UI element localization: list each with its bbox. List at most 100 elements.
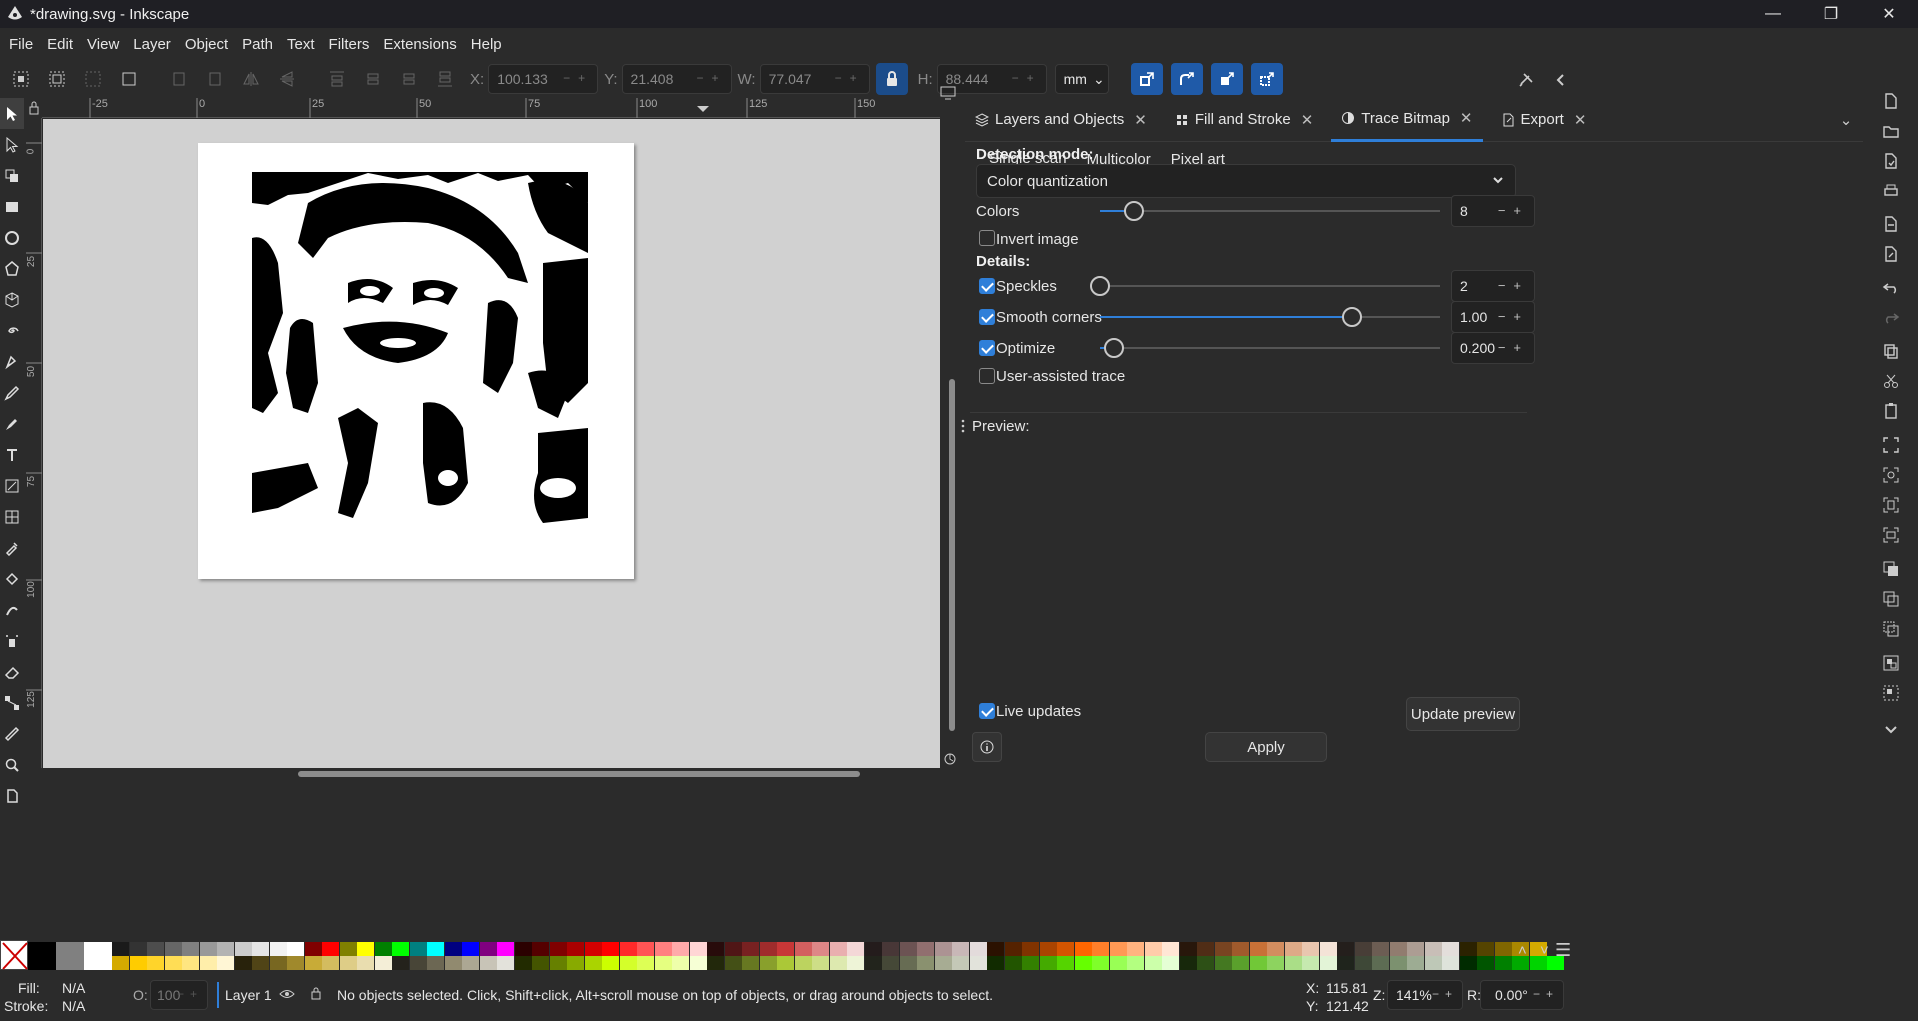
slider-knob[interactable]: [1124, 201, 1144, 221]
color-swatch[interactable]: [269, 942, 287, 956]
color-swatch[interactable]: [934, 942, 952, 956]
lower-icon[interactable]: [394, 64, 424, 94]
color-swatch[interactable]: [1039, 942, 1057, 956]
horizontal-ruler[interactable]: -25 0 25 50 75 100 125 150: [42, 98, 940, 118]
update-preview-button[interactable]: Update preview: [1406, 697, 1520, 731]
rotation-field[interactable]: 0.00° −+: [1480, 980, 1564, 1010]
color-swatch[interactable]: [322, 942, 339, 956]
snap-toggle-icon[interactable]: [1511, 65, 1541, 95]
color-swatch[interactable]: [1407, 942, 1424, 956]
clone-icon[interactable]: [1882, 590, 1902, 610]
color-swatch[interactable]: [952, 956, 969, 970]
color-swatch[interactable]: [1057, 956, 1074, 970]
color-swatch[interactable]: [672, 942, 689, 956]
color-swatch[interactable]: [1022, 942, 1039, 956]
color-swatch[interactable]: [707, 942, 724, 956]
layer-visibility-eye-icon[interactable]: [279, 987, 295, 1005]
color-swatch[interactable]: [287, 942, 304, 956]
menu-path[interactable]: Path: [235, 36, 280, 53]
color-swatch[interactable]: [812, 942, 829, 956]
width-field[interactable]: 77.047 −+: [759, 64, 870, 94]
menu-object[interactable]: Object: [178, 36, 235, 53]
optimize-spinbutton[interactable]: 0.200 −+: [1451, 332, 1535, 364]
color-swatch[interactable]: [1354, 956, 1372, 970]
layer-lock-icon[interactable]: [310, 986, 322, 1004]
smooth-corners-slider[interactable]: [1100, 307, 1440, 327]
menu-layer[interactable]: Layer: [126, 36, 178, 53]
color-swatch[interactable]: [1319, 956, 1337, 970]
move-gradients-button[interactable]: [1210, 63, 1243, 95]
ungroup-icon[interactable]: [1882, 684, 1902, 704]
color-swatch[interactable]: [392, 942, 409, 956]
rotate-cw-icon[interactable]: [200, 64, 230, 94]
color-swatch[interactable]: [584, 956, 602, 970]
color-swatch[interactable]: [1477, 942, 1494, 956]
color-swatch[interactable]: [952, 942, 969, 956]
rotate-ccw-icon[interactable]: [164, 64, 194, 94]
move-patterns-button[interactable]: [1250, 63, 1283, 95]
color-swatch[interactable]: [1424, 956, 1442, 970]
color-swatch[interactable]: [1337, 956, 1354, 970]
color-swatch[interactable]: [672, 956, 689, 970]
color-swatch[interactable]: [1389, 942, 1407, 956]
user-assisted-trace-checkbox[interactable]: [979, 368, 995, 384]
spiral-tool-icon[interactable]: [0, 315, 24, 346]
redo-icon[interactable]: [1882, 308, 1902, 328]
color-swatch[interactable]: [899, 942, 917, 956]
export-document-icon[interactable]: [1882, 245, 1902, 265]
color-swatch[interactable]: [742, 942, 759, 956]
current-layer-name[interactable]: Layer 1: [225, 987, 272, 1003]
color-swatch[interactable]: [182, 956, 199, 970]
tab-export[interactable]: Export ✕: [1491, 98, 1597, 142]
color-swatch[interactable]: [1442, 942, 1459, 956]
color-swatch[interactable]: [759, 942, 777, 956]
color-swatch[interactable]: [1477, 956, 1494, 970]
horizontal-scrollbar[interactable]: [43, 768, 963, 780]
color-swatch[interactable]: [899, 956, 917, 970]
color-swatch[interactable]: [1337, 942, 1354, 956]
star-tool-icon[interactable]: [0, 253, 24, 284]
optimize-checkbox[interactable]: [979, 340, 995, 356]
color-swatch[interactable]: [1214, 956, 1232, 970]
color-swatch[interactable]: [864, 956, 882, 970]
tab-layers-and-objects[interactable]: Layers and Objects ✕: [965, 98, 1157, 142]
select-all-layers-icon[interactable]: [42, 64, 72, 94]
color-swatch[interactable]: [1302, 942, 1319, 956]
raise-to-top-icon[interactable]: [322, 64, 352, 94]
color-swatch[interactable]: [1144, 942, 1162, 956]
paint-bucket-tool-icon[interactable]: [0, 563, 24, 594]
smooth-corners-checkbox[interactable]: [979, 309, 995, 325]
traced-bitmap-image[interactable]: [198, 143, 634, 579]
drag-handle-icon[interactable]: [960, 419, 966, 433]
color-swatch[interactable]: [1109, 942, 1127, 956]
pencil-tool-icon[interactable]: [0, 377, 24, 408]
color-swatch[interactable]: [1249, 942, 1267, 956]
color-swatch[interactable]: [1074, 942, 1092, 956]
color-swatch[interactable]: [234, 956, 252, 970]
menu-filters[interactable]: Filters: [322, 36, 377, 53]
3d-box-tool-icon[interactable]: [0, 284, 24, 315]
color-swatch[interactable]: [1284, 942, 1302, 956]
menu-edit[interactable]: Edit: [40, 36, 80, 53]
close-window-button[interactable]: ✕: [1860, 0, 1918, 28]
color-swatch[interactable]: [1407, 956, 1424, 970]
color-swatch[interactable]: [1459, 942, 1477, 956]
color-swatch[interactable]: [969, 956, 987, 970]
raise-icon[interactable]: [358, 64, 388, 94]
color-swatch[interactable]: [864, 942, 882, 956]
color-swatch[interactable]: [304, 956, 322, 970]
ellipse-tool-icon[interactable]: [0, 222, 24, 253]
vertical-scroll-thumb[interactable]: [949, 379, 955, 731]
color-swatch[interactable]: [1004, 956, 1022, 970]
minimize-button[interactable]: —: [1744, 0, 1802, 28]
color-swatch[interactable]: [934, 956, 952, 970]
color-swatch[interactable]: [252, 956, 269, 970]
color-swatch[interactable]: [1179, 956, 1197, 970]
color-swatch[interactable]: [1494, 942, 1512, 956]
colors-slider[interactable]: [1100, 201, 1440, 221]
color-swatch[interactable]: [514, 942, 532, 956]
color-swatch[interactable]: [567, 942, 584, 956]
menu-view[interactable]: View: [80, 36, 126, 53]
color-swatch[interactable]: [1022, 956, 1039, 970]
color-swatch[interactable]: [987, 956, 1004, 970]
